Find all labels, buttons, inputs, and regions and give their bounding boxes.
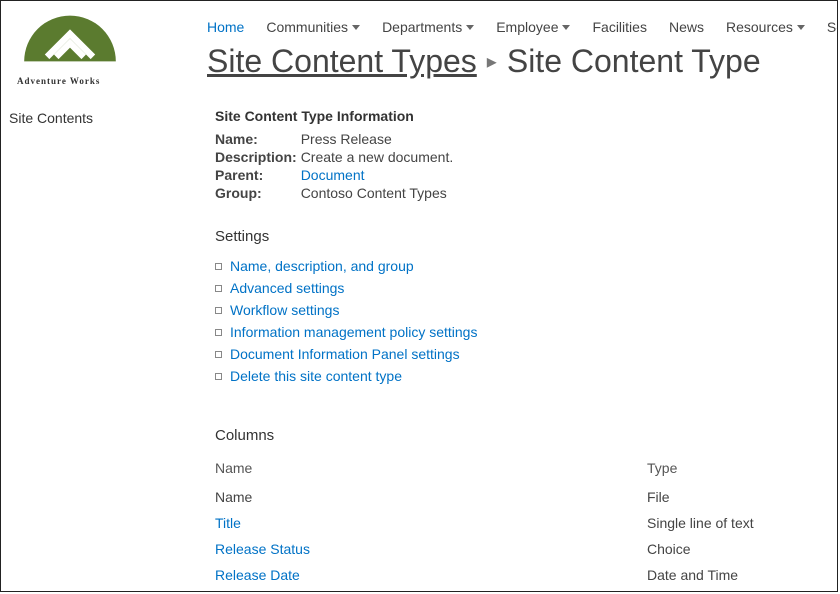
settings-heading: Settings <box>215 228 817 245</box>
columns-table: Name Type Name File Title Single line of… <box>215 454 817 588</box>
settings-item: Advanced settings <box>215 277 817 299</box>
settings-link-workflow[interactable]: Workflow settings <box>230 302 339 318</box>
nav-news[interactable]: News <box>669 19 704 35</box>
left-nav-site-contents[interactable]: Site Contents <box>9 108 179 128</box>
column-name: Name <box>215 484 647 510</box>
breadcrumb-parent[interactable]: Site Content Types <box>207 43 477 80</box>
nav-home-label: Home <box>207 19 244 35</box>
column-name-link[interactable]: Release Status <box>215 541 310 557</box>
settings-item: Name, description, and group <box>215 255 817 277</box>
settings-item: Document Information Panel settings <box>215 343 817 365</box>
settings-link-name-desc-group[interactable]: Name, description, and group <box>230 258 414 274</box>
nav-label: Communities <box>266 19 348 35</box>
settings-list: Name, description, and group Advanced se… <box>215 255 817 387</box>
table-row: Title Single line of text <box>215 510 817 536</box>
nav-home[interactable]: Home <box>207 19 244 35</box>
content-type-info: Name: Press Release Description: Create … <box>215 130 453 202</box>
breadcrumb-current: Site Content Type <box>507 43 761 80</box>
site-logo[interactable]: Adventure Works <box>15 11 185 86</box>
column-type: Single line of text <box>647 510 817 536</box>
nav-label: Search <box>827 19 838 35</box>
column-name-link[interactable]: Release Date <box>215 567 300 583</box>
info-group-label: Group: <box>215 184 301 202</box>
info-desc-value: Create a new document. <box>301 148 454 166</box>
info-parent-label: Parent: <box>215 166 301 184</box>
column-type: Choice <box>647 536 817 562</box>
adventure-works-logo-icon <box>15 11 125 75</box>
settings-link-delete[interactable]: Delete this site content type <box>230 368 402 384</box>
bullet-icon <box>215 307 222 314</box>
logo-text: Adventure Works <box>17 76 185 86</box>
info-heading: Site Content Type Information <box>215 108 817 124</box>
settings-link-info-mgmt-policy[interactable]: Information management policy settings <box>230 324 477 340</box>
bullet-icon <box>215 373 222 380</box>
column-type: Date and Time <box>647 562 817 588</box>
info-name-label: Name: <box>215 130 301 148</box>
nav-departments[interactable]: Departments <box>382 19 474 35</box>
main-content: Site Content Type Information Name: Pres… <box>179 108 837 588</box>
breadcrumb-arrow-icon: ▸ <box>487 49 497 74</box>
info-name-value: Press Release <box>301 130 454 148</box>
columns-heading: Columns <box>215 427 817 444</box>
left-nav: Site Contents <box>1 108 179 588</box>
bullet-icon <box>215 263 222 270</box>
table-row: Name File <box>215 484 817 510</box>
bullet-icon <box>215 351 222 358</box>
nav-employee[interactable]: Employee <box>496 19 570 35</box>
chevron-down-icon <box>466 25 474 30</box>
settings-item: Information management policy settings <box>215 321 817 343</box>
settings-link-advanced[interactable]: Advanced settings <box>230 280 344 296</box>
nav-facilities[interactable]: Facilities <box>592 19 646 35</box>
nav-label: Resources <box>726 19 793 35</box>
info-group-value: Contoso Content Types <box>301 184 454 202</box>
nav-resources[interactable]: Resources <box>726 19 805 35</box>
nav-label: Facilities <box>592 19 646 35</box>
chevron-down-icon <box>797 25 805 30</box>
columns-header-type[interactable]: Type <box>647 454 817 484</box>
chevron-down-icon <box>562 25 570 30</box>
nav-label: News <box>669 19 704 35</box>
nav-label: Departments <box>382 19 462 35</box>
columns-header-name[interactable]: Name <box>215 454 647 484</box>
settings-item: Delete this site content type <box>215 365 817 387</box>
column-type: File <box>647 484 817 510</box>
table-row: Release Status Choice <box>215 536 817 562</box>
chevron-down-icon <box>352 25 360 30</box>
page-title: Site Content Types ▸ Site Content Type <box>207 43 838 80</box>
nav-label: Employee <box>496 19 558 35</box>
info-parent-link[interactable]: Document <box>301 167 365 183</box>
nav-communities[interactable]: Communities <box>266 19 360 35</box>
info-desc-label: Description: <box>215 148 301 166</box>
nav-search[interactable]: Search <box>827 19 838 35</box>
bullet-icon <box>215 285 222 292</box>
bullet-icon <box>215 329 222 336</box>
column-name-link[interactable]: Title <box>215 515 241 531</box>
settings-item: Workflow settings <box>215 299 817 321</box>
table-row: Release Date Date and Time <box>215 562 817 588</box>
top-nav: Home Communities Departments Employee Fa… <box>207 19 838 35</box>
settings-link-doc-info-panel[interactable]: Document Information Panel settings <box>230 346 460 362</box>
